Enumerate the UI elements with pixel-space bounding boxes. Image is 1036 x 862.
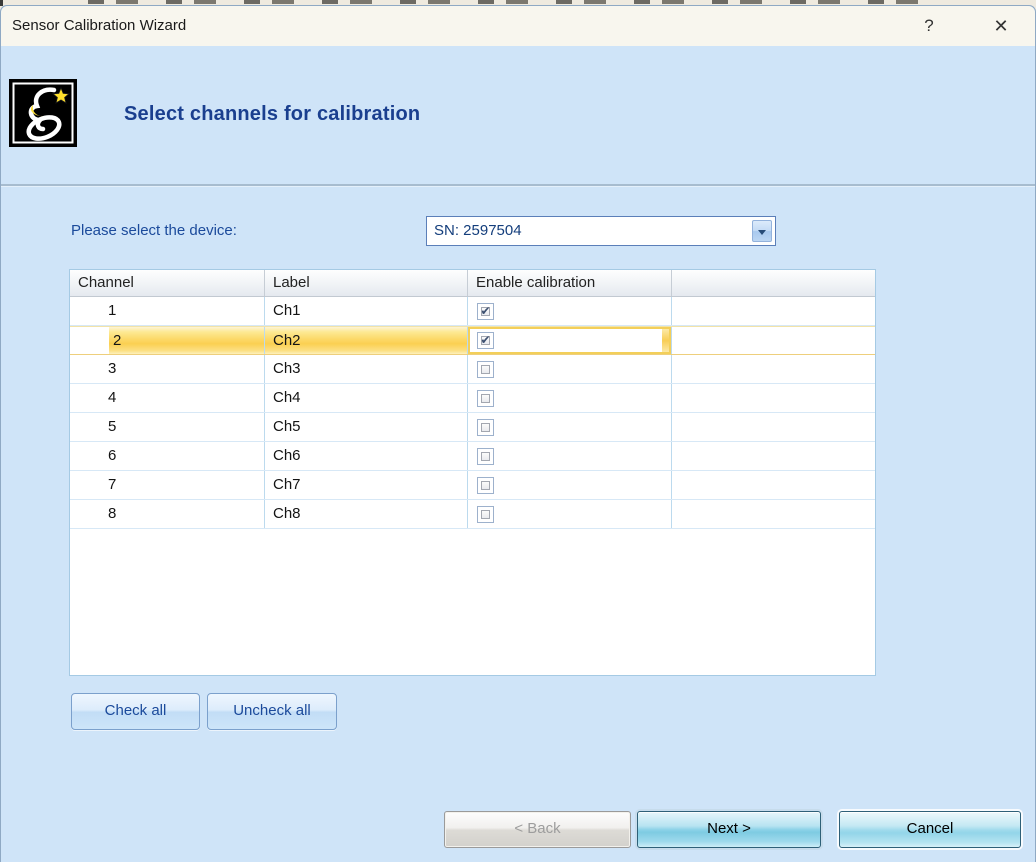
chevron-down-icon: [758, 230, 766, 235]
sensor-calibration-wizard-dialog: Sensor Calibration Wizard ? ✕ Select cha…: [0, 5, 1036, 862]
enable-cell[interactable]: [468, 471, 672, 499]
label-cell[interactable]: Ch8: [265, 500, 468, 528]
calibration-checkbox[interactable]: [477, 332, 494, 349]
close-button[interactable]: ✕: [985, 11, 1017, 41]
wizard-header: Select channels for calibration: [1, 46, 1035, 184]
enable-cell[interactable]: [468, 355, 672, 383]
channel-cell[interactable]: 6: [70, 442, 265, 470]
table-row[interactable]: 8 Ch8: [70, 500, 875, 529]
table-row[interactable]: 7 Ch7: [70, 471, 875, 500]
label-cell[interactable]: Ch6: [265, 442, 468, 470]
channel-cell[interactable]: 1: [70, 297, 265, 325]
calibration-checkbox[interactable]: [477, 390, 494, 407]
empty-cell: [672, 297, 875, 325]
empty-cell: [672, 413, 875, 441]
column-header-label[interactable]: Label: [265, 270, 468, 296]
enable-cell[interactable]: [468, 500, 672, 528]
table-row[interactable]: 5 Ch5: [70, 413, 875, 442]
label-cell[interactable]: Ch3: [265, 355, 468, 383]
table-row[interactable]: 2 Ch2: [70, 326, 875, 355]
label-cell[interactable]: Ch7: [265, 471, 468, 499]
enable-cell[interactable]: [468, 384, 672, 412]
calibration-checkbox[interactable]: [477, 419, 494, 436]
cancel-button[interactable]: Cancel: [839, 811, 1021, 848]
enable-cell[interactable]: [468, 297, 672, 325]
app-logo-icon: [9, 79, 77, 147]
enable-cell[interactable]: [468, 413, 672, 441]
table-header-row: Channel Label Enable calibration: [70, 270, 875, 297]
window-title: Sensor Calibration Wizard: [12, 6, 186, 46]
channel-cell[interactable]: 4: [70, 384, 265, 412]
channel-cell[interactable]: 8: [70, 500, 265, 528]
enable-cell[interactable]: [468, 327, 672, 354]
empty-cell: [672, 355, 875, 383]
selected-device-value: SN: 2597504: [434, 217, 522, 245]
close-icon: ✕: [993, 16, 1008, 36]
help-button[interactable]: ?: [913, 11, 945, 41]
uncheck-all-button[interactable]: Uncheck all: [207, 693, 337, 730]
device-select-label: Please select the device:: [71, 216, 237, 246]
calibration-checkbox[interactable]: [477, 477, 494, 494]
back-button[interactable]: < Back: [444, 811, 631, 848]
background-window-remnant-text: [88, 0, 928, 4]
enable-cell[interactable]: [468, 442, 672, 470]
dropdown-button[interactable]: [752, 220, 772, 242]
column-header-empty: [672, 270, 875, 296]
empty-cell: [672, 500, 875, 528]
table-row[interactable]: 4 Ch4: [70, 384, 875, 413]
step-title: Select channels for calibration: [124, 103, 420, 126]
calibration-checkbox[interactable]: [477, 506, 494, 523]
table-row[interactable]: 3 Ch3: [70, 355, 875, 384]
calibration-checkbox[interactable]: [477, 361, 494, 378]
empty-cell: [672, 327, 875, 354]
label-cell[interactable]: Ch5: [265, 413, 468, 441]
channels-table: Channel Label Enable calibration 1 Ch1 2…: [69, 269, 876, 676]
next-button[interactable]: Next >: [637, 811, 821, 848]
header-separator: [1, 184, 1035, 186]
empty-cell: [672, 471, 875, 499]
label-cell[interactable]: Ch4: [265, 384, 468, 412]
channel-cell[interactable]: 2: [70, 327, 265, 354]
table-row[interactable]: 6 Ch6: [70, 442, 875, 471]
channel-cell[interactable]: 3: [70, 355, 265, 383]
channel-cell[interactable]: 7: [70, 471, 265, 499]
calibration-checkbox[interactable]: [477, 303, 494, 320]
empty-cell: [672, 384, 875, 412]
column-header-enable-calibration[interactable]: Enable calibration: [468, 270, 672, 296]
device-select-dropdown[interactable]: SN: 2597504: [426, 216, 776, 246]
title-bar[interactable]: Sensor Calibration Wizard ? ✕: [1, 6, 1035, 46]
check-all-button[interactable]: Check all: [71, 693, 200, 730]
label-cell[interactable]: Ch2: [265, 327, 468, 354]
label-cell[interactable]: Ch1: [265, 297, 468, 325]
channel-cell[interactable]: 5: [70, 413, 265, 441]
calibration-checkbox[interactable]: [477, 448, 494, 465]
column-header-channel[interactable]: Channel: [70, 270, 265, 296]
help-icon: ?: [924, 16, 933, 35]
empty-cell: [672, 442, 875, 470]
table-row[interactable]: 1 Ch1: [70, 297, 875, 326]
